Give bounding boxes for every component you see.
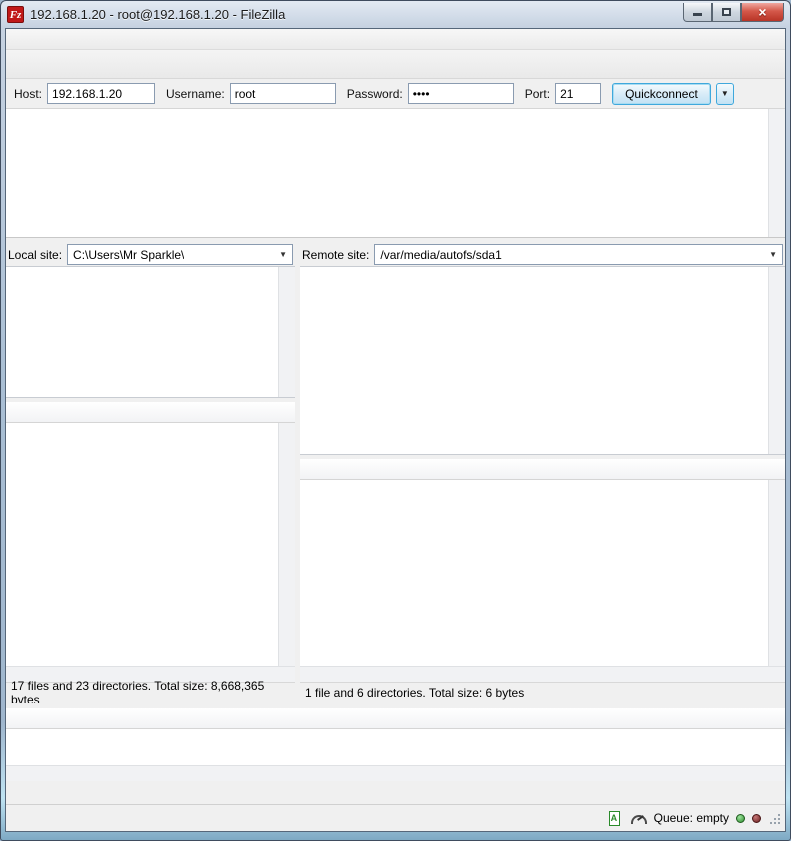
activity-led-red xyxy=(752,814,761,823)
message-log xyxy=(6,109,785,238)
local-pane: Local site: C:\Users\Mr Sparkle\ ▼ xyxy=(6,243,295,703)
quickconnect-bar: Host: Username: Password: Port: Quickcon… xyxy=(6,79,785,109)
remote-list-scrollbar[interactable] xyxy=(768,480,785,666)
window-buttons: × xyxy=(683,3,784,22)
local-site-combobox[interactable]: C:\Users\Mr Sparkle\ ▼ xyxy=(67,244,293,265)
queue-tabs xyxy=(6,781,785,805)
remote-file-list xyxy=(300,480,785,666)
remote-site-combobox[interactable]: /var/media/autofs/sda1 ▼ xyxy=(374,244,783,265)
local-site-label: Local site: xyxy=(8,248,62,262)
port-input[interactable] xyxy=(555,83,601,104)
remote-site-row: Remote site: /var/media/autofs/sda1 ▼ xyxy=(300,243,785,266)
menu-bar xyxy=(6,29,785,50)
close-button[interactable]: × xyxy=(741,3,784,22)
local-file-list xyxy=(6,423,295,666)
queue-header xyxy=(6,708,785,729)
remote-status-text: 1 file and 6 directories. Total size: 6 … xyxy=(300,682,785,703)
client-area: Host: Username: Password: Port: Quickcon… xyxy=(5,28,786,832)
local-site-row: Local site: C:\Users\Mr Sparkle\ ▼ xyxy=(6,243,295,266)
resize-grip[interactable] xyxy=(768,812,781,825)
filezilla-window: Fz 192.168.1.20 - root@192.168.1.20 - Fi… xyxy=(0,0,791,841)
remote-tree-panel xyxy=(300,266,785,455)
minimize-button[interactable] xyxy=(683,3,712,22)
queue-body xyxy=(6,729,785,765)
main-panes: Local site: C:\Users\Mr Sparkle\ ▼ xyxy=(6,243,785,703)
local-list-header xyxy=(6,402,295,423)
username-label: Username: xyxy=(166,87,225,101)
queue-status-text: Queue: empty xyxy=(654,811,729,825)
username-input[interactable] xyxy=(230,83,336,104)
remote-list-header xyxy=(300,459,785,480)
chevron-down-icon: ▼ xyxy=(275,250,287,259)
queue-view-icon xyxy=(606,810,623,827)
local-status-text: 17 files and 23 directories. Total size:… xyxy=(6,682,295,703)
password-input[interactable] xyxy=(408,83,514,104)
message-log-lines xyxy=(6,109,768,237)
port-label: Port: xyxy=(525,87,550,101)
host-input[interactable] xyxy=(47,83,155,104)
local-list-scrollbar[interactable] xyxy=(278,423,295,666)
transfer-queue xyxy=(6,708,785,781)
maximize-button[interactable] xyxy=(712,3,741,22)
password-label: Password: xyxy=(347,87,403,101)
speed-limits-icon[interactable] xyxy=(630,810,647,827)
status-bar: Queue: empty xyxy=(6,805,785,831)
chevron-down-icon: ▼ xyxy=(765,250,777,259)
local-tree-panel xyxy=(6,266,295,398)
local-path: C:\Users\Mr Sparkle\ xyxy=(73,248,184,262)
queue-hscrollbar[interactable] xyxy=(6,765,785,781)
title-bar: Fz 192.168.1.20 - root@192.168.1.20 - Fi… xyxy=(5,1,786,28)
remote-site-label: Remote site: xyxy=(302,248,369,262)
remote-path: /var/media/autofs/sda1 xyxy=(380,248,501,262)
remote-list-hscrollbar[interactable] xyxy=(300,666,785,682)
remote-pane: Remote site: /var/media/autofs/sda1 ▼ xyxy=(300,243,785,703)
host-label: Host: xyxy=(14,87,42,101)
filezilla-logo-icon: Fz xyxy=(7,6,24,23)
activity-led-green xyxy=(736,814,745,823)
message-log-scrollbar[interactable] xyxy=(768,109,785,237)
quickconnect-dropdown[interactable]: ▼ xyxy=(716,83,734,105)
local-tree-scrollbar[interactable] xyxy=(278,267,295,397)
remote-tree-scrollbar[interactable] xyxy=(768,267,785,454)
quickconnect-button[interactable]: Quickconnect xyxy=(612,83,711,105)
toolbar xyxy=(6,50,785,79)
window-title: 192.168.1.20 - root@192.168.1.20 - FileZ… xyxy=(30,7,285,22)
